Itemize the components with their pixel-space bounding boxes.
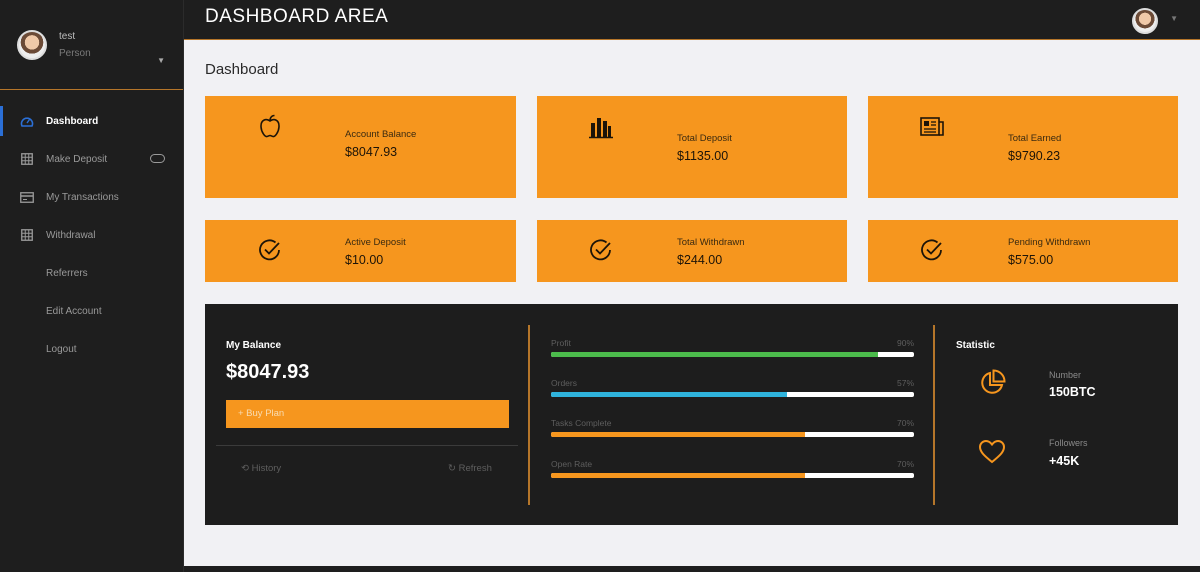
- progress-label: Profit: [551, 338, 571, 348]
- sidebar-nav: Dashboard Make Deposit My Transactions W…: [0, 102, 183, 368]
- card-label: Pending Withdrawn: [1008, 237, 1091, 248]
- history-icon: ⟲: [241, 463, 252, 474]
- user-profile[interactable]: test Person ▼: [0, 0, 183, 90]
- check-circle-icon: [589, 238, 613, 262]
- progress-track: [551, 392, 914, 397]
- card-icon: [20, 191, 34, 203]
- card-value: $8047.93: [345, 145, 398, 159]
- sidebar-item-label: Referrers: [46, 267, 88, 279]
- sidebar-item-edit-account[interactable]: Edit Account: [0, 292, 183, 330]
- card-value: $244.00: [677, 253, 723, 267]
- balance-title: My Balance: [226, 340, 282, 351]
- card-total-earned: Total Earned $9790.23: [868, 96, 1178, 198]
- progress-track: [551, 432, 914, 437]
- sidebar-item-logout[interactable]: Logout: [0, 330, 183, 368]
- sidebar-item-my-transactions[interactable]: My Transactions: [0, 178, 183, 216]
- grid-icon: [20, 153, 34, 165]
- progress-fill: [551, 352, 878, 357]
- newspaper-icon: [920, 116, 944, 140]
- card-label: Account Balance: [345, 129, 417, 140]
- dashboard-icon: [20, 115, 34, 127]
- card-pending-withdrawn: Pending Withdrawn $575.00: [868, 220, 1178, 282]
- history-label: History: [251, 463, 282, 474]
- card-value: $9790.23: [1008, 149, 1061, 163]
- progress-percent: 90%: [896, 338, 914, 348]
- progress-open-rate: Open Rate 70%: [551, 459, 914, 478]
- check-circle-icon: [258, 238, 282, 262]
- divider: [933, 325, 935, 505]
- card-label: Active Deposit: [345, 237, 406, 248]
- progress-orders: Orders 57%: [551, 378, 914, 397]
- card-total-withdrawn: Total Withdrawn $244.00: [537, 220, 847, 282]
- sidebar-item-dashboard[interactable]: Dashboard: [0, 102, 183, 140]
- chevron-down-icon[interactable]: ▼: [1170, 14, 1178, 23]
- card-label: Total Withdrawn: [677, 237, 745, 248]
- card-account-balance: Account Balance $8047.93: [205, 96, 516, 198]
- card-active-deposit: Active Deposit $10.00: [205, 220, 516, 282]
- card-label: Total Deposit: [677, 133, 732, 144]
- progress-percent: 70%: [896, 459, 914, 469]
- sidebar-item-label: Make Deposit: [46, 153, 108, 165]
- top-bar: DASHBOARD AREA ▼: [184, 0, 1200, 40]
- page-title: Dashboard: [205, 61, 279, 78]
- sidebar-item-label: My Transactions: [46, 191, 119, 203]
- stat-label: Followers: [1049, 438, 1088, 448]
- statistic-title: Statistic: [956, 340, 995, 351]
- buy-plan-button[interactable]: + Buy Plan: [226, 400, 509, 428]
- progress-track: [551, 352, 914, 357]
- grid-icon: [20, 229, 34, 241]
- progress-fill: [551, 473, 806, 478]
- stat-label: Number: [1049, 370, 1082, 380]
- sidebar-item-label: Dashboard: [46, 115, 99, 127]
- footer-bar: [184, 566, 1200, 572]
- card-value: $10.00: [345, 253, 384, 267]
- sidebar-item-label: Edit Account: [46, 305, 102, 317]
- avatar[interactable]: [17, 29, 47, 60]
- user-name: test: [59, 30, 76, 42]
- card-value: $575.00: [1008, 253, 1054, 267]
- card-label: Total Earned: [1008, 133, 1062, 144]
- sidebar-item-make-deposit[interactable]: Make Deposit: [0, 140, 183, 178]
- progress-track: [551, 473, 914, 478]
- progress-label: Tasks Complete: [551, 418, 612, 428]
- sidebar: test Person ▼ Dashboard Make Deposit My …: [0, 0, 184, 572]
- sidebar-item-label: Logout: [46, 343, 77, 355]
- stat-value: +45K: [1049, 454, 1080, 468]
- check-circle-icon: [920, 238, 944, 262]
- divider: [528, 325, 530, 505]
- refresh-label: Refresh: [458, 463, 492, 474]
- refresh-link[interactable]: ↻ Refresh: [448, 463, 492, 474]
- user-text: test Person: [59, 31, 91, 59]
- progress-profit: Profit 90%: [551, 338, 914, 357]
- progress-fill: [551, 432, 806, 437]
- balance-panel: My Balance $8047.93 + Buy Plan ⟲ History…: [205, 304, 1178, 525]
- stat-value: 150BTC: [1049, 385, 1096, 399]
- progress-label: Open Rate: [551, 459, 593, 469]
- progress-percent: 70%: [896, 418, 914, 428]
- chevron-down-icon[interactable]: ▼: [157, 56, 165, 65]
- progress-label: Orders: [551, 378, 577, 388]
- sidebar-item-referrers[interactable]: Referrers: [0, 254, 183, 292]
- apple-icon: [259, 114, 283, 138]
- progress-tasks-complete: Tasks Complete 70%: [551, 418, 914, 437]
- pie-chart-icon: [978, 369, 1006, 397]
- toggle-icon[interactable]: [150, 154, 165, 163]
- balance-value: $8047.93: [226, 361, 310, 383]
- refresh-icon: ↻: [448, 463, 459, 474]
- bar-chart-icon: [589, 115, 613, 139]
- sidebar-item-withdrawal[interactable]: Withdrawal: [0, 216, 183, 254]
- progress-fill: [551, 392, 787, 397]
- sidebar-item-label: Withdrawal: [46, 229, 96, 241]
- card-total-deposit: Total Deposit $1135.00: [537, 96, 847, 198]
- card-value: $1135.00: [677, 149, 729, 163]
- app-title: DASHBOARD AREA: [205, 6, 389, 27]
- user-role: Person: [59, 47, 91, 59]
- heart-icon: [978, 439, 1006, 467]
- progress-percent: 57%: [896, 378, 914, 388]
- history-link[interactable]: ⟲ History: [241, 463, 281, 474]
- avatar[interactable]: [1132, 8, 1158, 34]
- divider: [216, 445, 518, 446]
